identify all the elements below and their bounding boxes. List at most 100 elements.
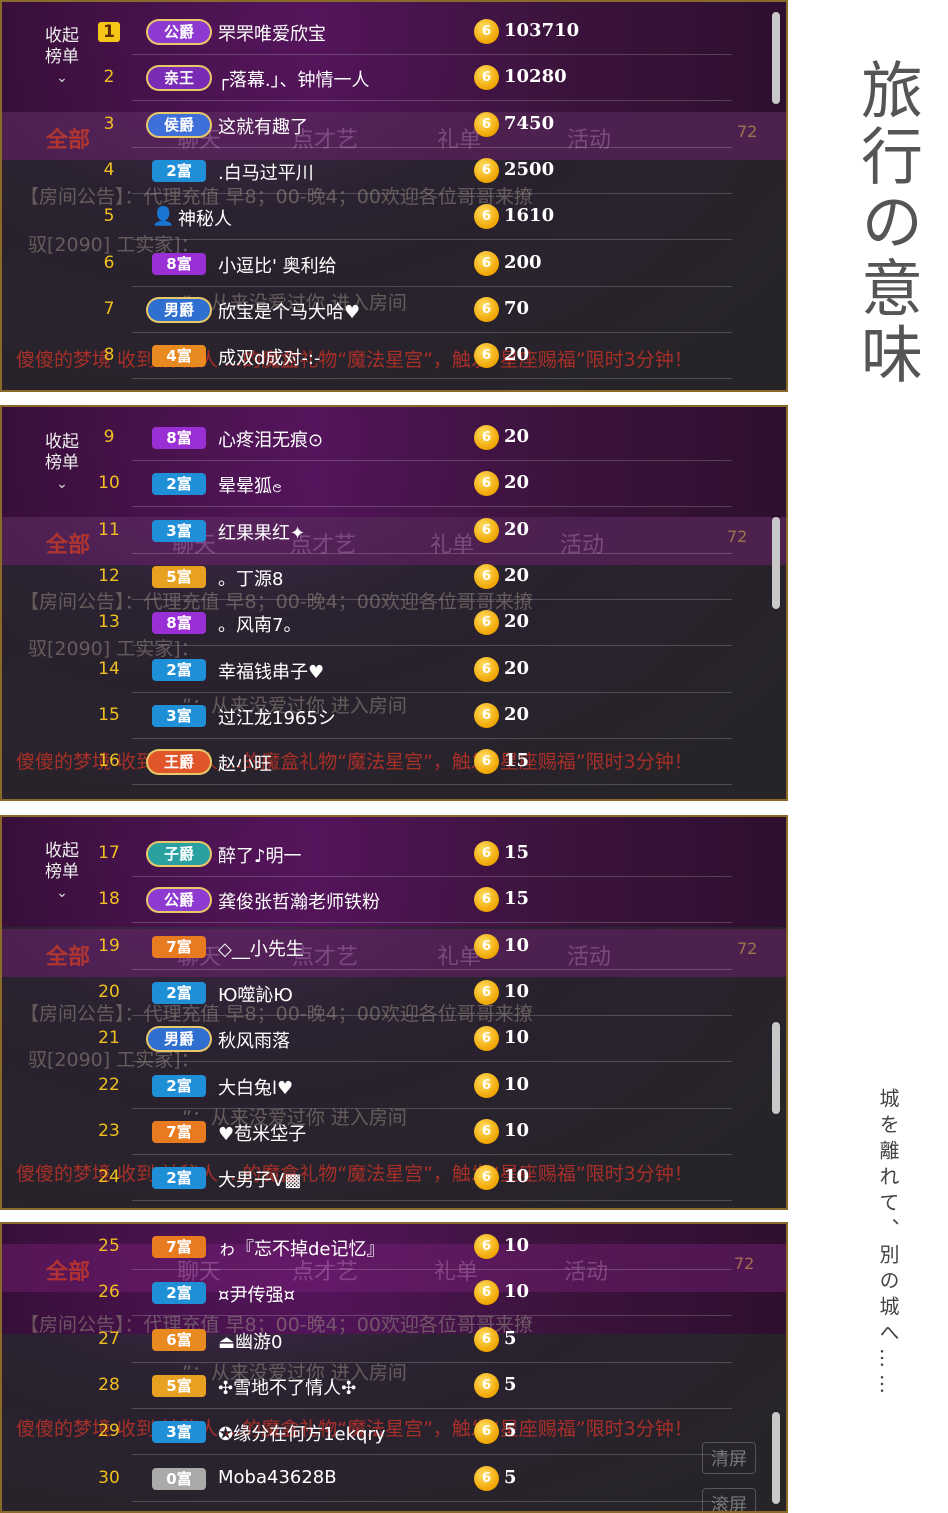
username[interactable]: 大白兔l♥ [218,1074,293,1100]
username[interactable]: 。风南7。 [218,611,301,637]
username[interactable]: 成双d成对-:- [218,344,320,370]
collapse-leaderboard-button[interactable]: 收起 榜单 ⌄ [40,841,84,904]
leaderboard-row[interactable]: 28 5富 ✣雪地不了情人✣ 6 5 [2,1363,762,1409]
leaderboard-row[interactable]: 29 3富 ✪缘分在何方1ekqry 6 5 [2,1409,762,1456]
leaderboard-panel-2: 全部 聊天 点才艺 礼单 活动 72 【房间公告】：代理充值 早8；00-晚4；… [0,405,788,801]
username[interactable]: ◇__小先生 [218,935,304,961]
scrollbar[interactable] [772,12,780,104]
username[interactable]: 醉了♪明一 [218,842,302,868]
coin-icon: 6 [474,1419,499,1445]
coin-icon: 6 [474,979,499,1005]
leaderboard-row[interactable]: 23 7富 ♥苞米垈子 6 10 [2,1109,762,1155]
collapse-label-2: 榜单 [45,47,79,67]
username[interactable]: ✪缘分在何方1ekqry [218,1420,386,1446]
coin-icon: 6 [474,1372,499,1398]
leaderboard-row[interactable]: 2 亲王 ┌落幕.」、钟情一人 6 10280 [2,55,762,102]
leaderboard-panel-4: 全部 聊天 点才艺 礼单 活动 72 【房间公告】：代理充值 早8；00-晚4；… [0,1222,788,1513]
coin-icon: 6 [474,517,499,543]
coin-icon: 6 [474,1072,499,1098]
contribution-amount: 15 [504,842,530,863]
rank-number: 15 [98,704,120,725]
collapse-leaderboard-button[interactable]: 收起 榜单 ⌄ [40,432,84,495]
leaderboard-row[interactable]: 19 7富 ◇__小先生 6 10 [2,924,762,970]
noble-rank-badge: 男爵 [148,1028,210,1051]
username[interactable]: 晕晕狐ၔ [218,472,282,501]
username[interactable]: 大男子V▩ [218,1166,301,1192]
username[interactable]: Ю噬訫Ю [218,981,293,1007]
leaderboard-row[interactable]: 4 2富 .白马过平川 6 2500 [2,148,762,194]
chevron-down-icon: ⌄ [56,476,68,492]
username[interactable]: ✣雪地不了情人✣ [218,1374,356,1400]
rank-number: 21 [98,1028,120,1049]
contribution-amount: 10 [504,1027,530,1049]
username[interactable]: 这就有趣了 [218,113,308,139]
leaderboard-row[interactable]: 7 男爵 欣宝是个马大哈♥ 6 70 [2,287,762,333]
leaderboard-row[interactable]: 1 公爵 罘罘唯爱欣宝 6 103710 [2,9,762,55]
leaderboard-row[interactable]: 3 侯爵 这就有趣了 6 7450 [2,102,762,148]
coin-icon: 6 [474,610,499,636]
leaderboard-row[interactable]: 6 8富 小逗比' 奥利给 6 200 [2,241,762,287]
scrollbar[interactable] [772,517,780,609]
username[interactable]: 。丁源8 [218,565,283,591]
rank-number: 8 [103,345,115,366]
username[interactable]: ♥苞米垈子 [218,1120,306,1146]
noble-rank-badge: 公爵 [148,889,210,912]
leaderboard-row[interactable]: 13 8富 。风南7。 6 20 [2,600,762,647]
leaderboard-row[interactable]: 27 6富 ⏏幽游0 6 5 [2,1317,762,1363]
username[interactable]: 欣宝是个马大哈♥ [218,298,360,324]
username[interactable]: 赵小旺 [218,750,272,776]
contribution-amount: 10280 [504,66,567,88]
wealth-level-badge: 2富 [152,1282,206,1305]
username[interactable]: 过江龙1965シ [218,704,336,730]
username[interactable]: 红果果红✦ [218,519,305,545]
leaderboard-row[interactable]: 16 王爵 赵小旺 6 15 [2,739,762,786]
username[interactable]: 罘罘唯爱欣宝 [218,20,326,46]
leaderboard-row[interactable]: 11 3富 红果果红✦ 6 20 [2,508,762,554]
coin-icon: 6 [474,157,499,183]
leaderboard-row[interactable]: 8 4富 成双d成对-:- 6 20 [2,333,762,380]
username[interactable]: 小逗比' 奥利给 [218,252,337,278]
leaderboard-row[interactable]: 15 3富 过江龙1965シ 6 20 [2,693,762,739]
username[interactable]: ┌落幕.」、钟情一人 [218,66,370,92]
leaderboard-row[interactable]: 5 👤 神秘人 6 1610 [2,194,762,241]
coin-icon: 6 [474,204,499,230]
wealth-level-badge: 3富 [152,704,206,727]
leaderboard-row[interactable]: 10 2富 晕晕狐ၔ 6 20 [2,461,762,508]
rank-number: 29 [98,1421,120,1442]
username[interactable]: 神秘人 [178,205,232,231]
wealth-level-badge: 2富 [152,473,206,496]
username[interactable]: 心疼泪无痕⊙ [218,426,323,452]
leaderboard-row[interactable]: 26 2富 ¤尹传强¤ 6 10 [2,1270,762,1317]
rank-number: 25 [98,1236,120,1256]
username[interactable]: Moba43628B [218,1467,337,1488]
collapse-leaderboard-button[interactable]: 收起 榜单 ⌄ [40,26,84,89]
leaderboard-row[interactable]: 18 公爵 龚俊张哲瀚老师铁粉 6 15 [2,877,762,924]
username[interactable]: .白马过平川 [218,159,314,185]
username[interactable]: ⏏幽游0 [218,1328,282,1354]
scrollbar[interactable] [772,1412,780,1504]
username[interactable]: ゎ『忘不掉de记忆』 [218,1235,385,1261]
username[interactable]: 秋风雨落 [218,1027,290,1053]
contribution-amount: 1610 [504,205,555,227]
contribution-amount: 2500 [504,158,555,180]
leaderboard-row[interactable]: 25 7富 ゎ『忘不掉de记忆』 6 10 [2,1224,762,1270]
wealth-level-badge: 2富 [152,1074,206,1097]
leaderboard-row[interactable]: 12 5富 。丁源8 6 20 [2,554,762,600]
username[interactable]: ¤尹传强¤ [218,1281,295,1307]
leaderboard-row[interactable]: 22 2富 大白兔l♥ 6 10 [2,1063,762,1109]
contribution-amount: 15 [504,750,530,772]
coin-icon: 6 [474,1465,499,1491]
leaderboard-panel-1: 全部 聊天 点才艺 礼单 活动 72 【房间公告】：代理充值 早8；00-晚4；… [0,0,788,392]
leaderboard-row[interactable]: 20 2富 Ю噬訫Ю 6 10 [2,970,762,1016]
leaderboard-row[interactable]: 21 男爵 秋风雨落 6 10 [2,1016,762,1063]
leaderboard-row[interactable]: 24 2富 大男子V▩ 6 10 [2,1155,762,1202]
scrollbar[interactable] [772,1022,780,1114]
leaderboard-row[interactable]: 17 子爵 醉了♪明一 6 15 [2,831,762,877]
leaderboard-row[interactable]: 9 8富 心疼泪无痕⊙ 6 20 [2,415,762,461]
noble-rank-badge: 侯爵 [148,113,210,136]
leaderboard-row[interactable]: 30 0富 Moba43628B 6 5 [2,1456,762,1502]
username[interactable]: 幸福钱串子♥ [218,658,324,684]
coin-icon: 6 [474,343,499,369]
username[interactable]: 龚俊张哲瀚老师铁粉 [218,888,380,914]
leaderboard-row[interactable]: 14 2富 幸福钱串子♥ 6 20 [2,647,762,693]
